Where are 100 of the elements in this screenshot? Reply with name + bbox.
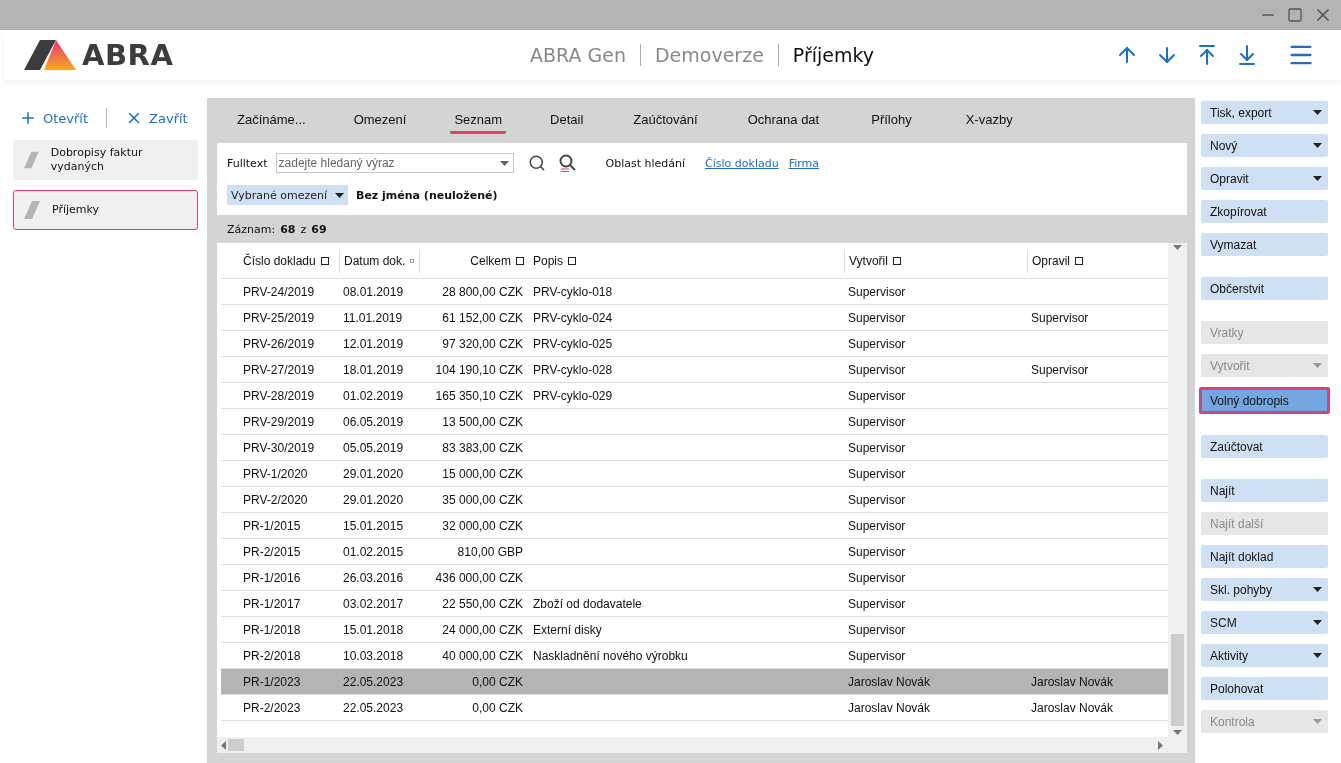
- caret-icon: [1313, 620, 1322, 625]
- search-icon[interactable]: [527, 154, 546, 172]
- column-header[interactable]: Vytvořil: [844, 248, 1027, 273]
- action-button[interactable]: Zkopírovat: [1201, 200, 1328, 223]
- restriction-dropdown[interactable]: Vybrané omezení: [227, 185, 348, 205]
- table-cell-text: 40 000,00 CZK: [441, 648, 524, 663]
- table-cell-text: PRV-24/2019: [242, 284, 316, 299]
- column-header[interactable]: Popis: [529, 248, 844, 273]
- breadcrumb[interactable]: ABRA Gen: [530, 44, 626, 66]
- search-area-link[interactable]: Firma: [788, 156, 820, 170]
- table-cell-text: Externí disky: [532, 622, 603, 637]
- column-header[interactable]: Datum dok.: [339, 248, 419, 273]
- table-cell-text: PR-1/2016: [242, 570, 302, 585]
- breadcrumb[interactable]: Demoverze: [654, 44, 764, 66]
- tab[interactable]: Začínáme...: [233, 107, 310, 134]
- table-cell-text: Supervisor: [847, 466, 907, 481]
- table-cell-text: Supervisor: [847, 336, 907, 351]
- action-button[interactable]: SCM: [1201, 611, 1328, 634]
- table-cell-text: 35 000,00 CZK: [441, 492, 524, 507]
- action-button[interactable]: Skl. pohyby: [1201, 578, 1328, 601]
- record-current: 68: [280, 222, 296, 236]
- table-cell-text: PR-2/2015: [242, 544, 302, 559]
- table-cell-text: 165 350,10 CZK: [434, 388, 524, 403]
- tab[interactable]: Detail: [546, 107, 588, 134]
- table-cell-text: 104 190,10 CZK: [434, 362, 524, 377]
- table-cell-text: PRV-cyklo-028: [532, 362, 614, 377]
- square-icon: [320, 256, 329, 265]
- table-cell-text: 97 320,00 CZK: [441, 336, 524, 351]
- table-cell-text: Supervisor: [847, 518, 907, 533]
- action-button[interactable]: Aktivity: [1201, 644, 1328, 667]
- close-link[interactable]: Zavřít: [125, 109, 188, 127]
- table-cell-text: 08.01.2019: [342, 284, 405, 299]
- table-cell-text: 12.01.2019: [342, 336, 405, 351]
- action-button[interactable]: Polohovat: [1201, 677, 1328, 700]
- table-cell-text: 29.01.2020: [342, 492, 405, 507]
- table-cell-text: Jaroslav Novák: [847, 674, 932, 689]
- table-cell-text: PRV-cyklo-029: [532, 388, 614, 403]
- column-header[interactable]: Číslo dokladu: [221, 248, 339, 273]
- table-cell-text: Supervisor: [847, 544, 907, 559]
- table-row[interactable]: PR-1/2023 22.05.2023 0,00 CZK Jaroslav Novák Jaroslav Novák: [221, 669, 1168, 695]
- square-icon: [568, 256, 577, 265]
- caret-icon: [1313, 176, 1322, 181]
- scrollbar-thumb[interactable]: [1171, 634, 1184, 726]
- action-button[interactable]: Opravit: [1201, 167, 1328, 190]
- caret-icon: [1313, 363, 1322, 368]
- action-button[interactable]: Tisk, export: [1201, 101, 1328, 124]
- table-cell-text: PRV-cyklo-025: [532, 336, 614, 351]
- action-button[interactable]: Zaúčtovat: [1201, 435, 1328, 458]
- tab[interactable]: Přílohy: [867, 107, 916, 134]
- tab[interactable]: Zaúčtování: [629, 107, 702, 134]
- vertical-scrollbar[interactable]: [1168, 243, 1187, 737]
- search-area-link[interactable]: Číslo dokladu: [705, 156, 779, 170]
- table-cell-text: 0,00 CZK: [471, 700, 524, 715]
- square-icon: [1075, 256, 1083, 265]
- table-cell-text: PR-2/2018: [242, 648, 302, 663]
- caret-icon: [1313, 110, 1322, 115]
- table-cell-text: 32 000,00 CZK: [441, 518, 524, 533]
- table-cell-text: 0,00 CZK: [471, 674, 524, 689]
- table-cell-text: Supervisor: [847, 440, 907, 455]
- record-total: 69: [311, 222, 327, 236]
- caret-icon: [1313, 653, 1322, 658]
- table-cell-text: 11.01.2019: [342, 310, 404, 325]
- tab[interactable]: Omezení: [349, 107, 411, 134]
- table-cell-text: Naskladnění nového výrobku: [532, 648, 689, 663]
- horizontal-scrollbar[interactable]: [217, 737, 1187, 753]
- sidebar-item[interactable]: Dobropisy faktur vydaných: [13, 140, 198, 180]
- table-cell-text: PR-1/2017: [242, 596, 302, 611]
- table-cell-text: 15.01.2018: [342, 622, 405, 637]
- table-cell-text: 15 000,00 CZK: [441, 466, 524, 481]
- table-cell-text: Supervisor: [847, 492, 907, 507]
- open-link[interactable]: Otevřít: [19, 109, 89, 127]
- table-cell-text: Supervisor: [847, 284, 907, 299]
- action-button[interactable]: Nový: [1201, 134, 1328, 157]
- action-button[interactable]: Najít doklad: [1201, 545, 1328, 568]
- tab[interactable]: X-vazby: [961, 107, 1017, 134]
- maximize-icon[interactable]: [1287, 7, 1303, 23]
- action-button[interactable]: Najít: [1201, 479, 1328, 502]
- table-cell-text: 61 152,00 CZK: [441, 310, 524, 325]
- action-button[interactable]: Vymazat: [1201, 233, 1328, 256]
- table-cell-text: Jaroslav Novák: [1030, 700, 1115, 715]
- table-cell-text: 22 550,00 CZK: [441, 596, 524, 611]
- record-of: z: [300, 222, 307, 236]
- search-area-label: Oblast hledání: [605, 156, 686, 170]
- action-button[interactable]: Volný dobropis: [1199, 387, 1330, 414]
- column-header[interactable]: Celkem: [419, 248, 529, 273]
- action-button[interactable]: Občerstvit: [1201, 277, 1328, 300]
- column-header[interactable]: Opravil: [1027, 248, 1167, 273]
- table-cell-text: Supervisor: [847, 414, 907, 429]
- search-clear-icon[interactable]: [557, 153, 578, 173]
- fulltext-label: Fulltext: [227, 156, 268, 170]
- tab[interactable]: Seznam: [450, 107, 507, 134]
- table-cell-text: 24 000,00 CZK: [441, 622, 524, 637]
- sidebar-item[interactable]: Příjemky: [13, 190, 198, 230]
- document-icon: [24, 201, 40, 219]
- scroll-up-icon: [1173, 245, 1182, 250]
- scrollbar-thumb[interactable]: [228, 739, 244, 751]
- tab[interactable]: Ochrana dat: [743, 107, 824, 134]
- search-field[interactable]: zadejte hledaný výraz: [275, 153, 514, 173]
- table-cell-text: Jaroslav Novák: [1030, 674, 1115, 689]
- table-cell-text: 15.01.2015: [342, 518, 405, 533]
